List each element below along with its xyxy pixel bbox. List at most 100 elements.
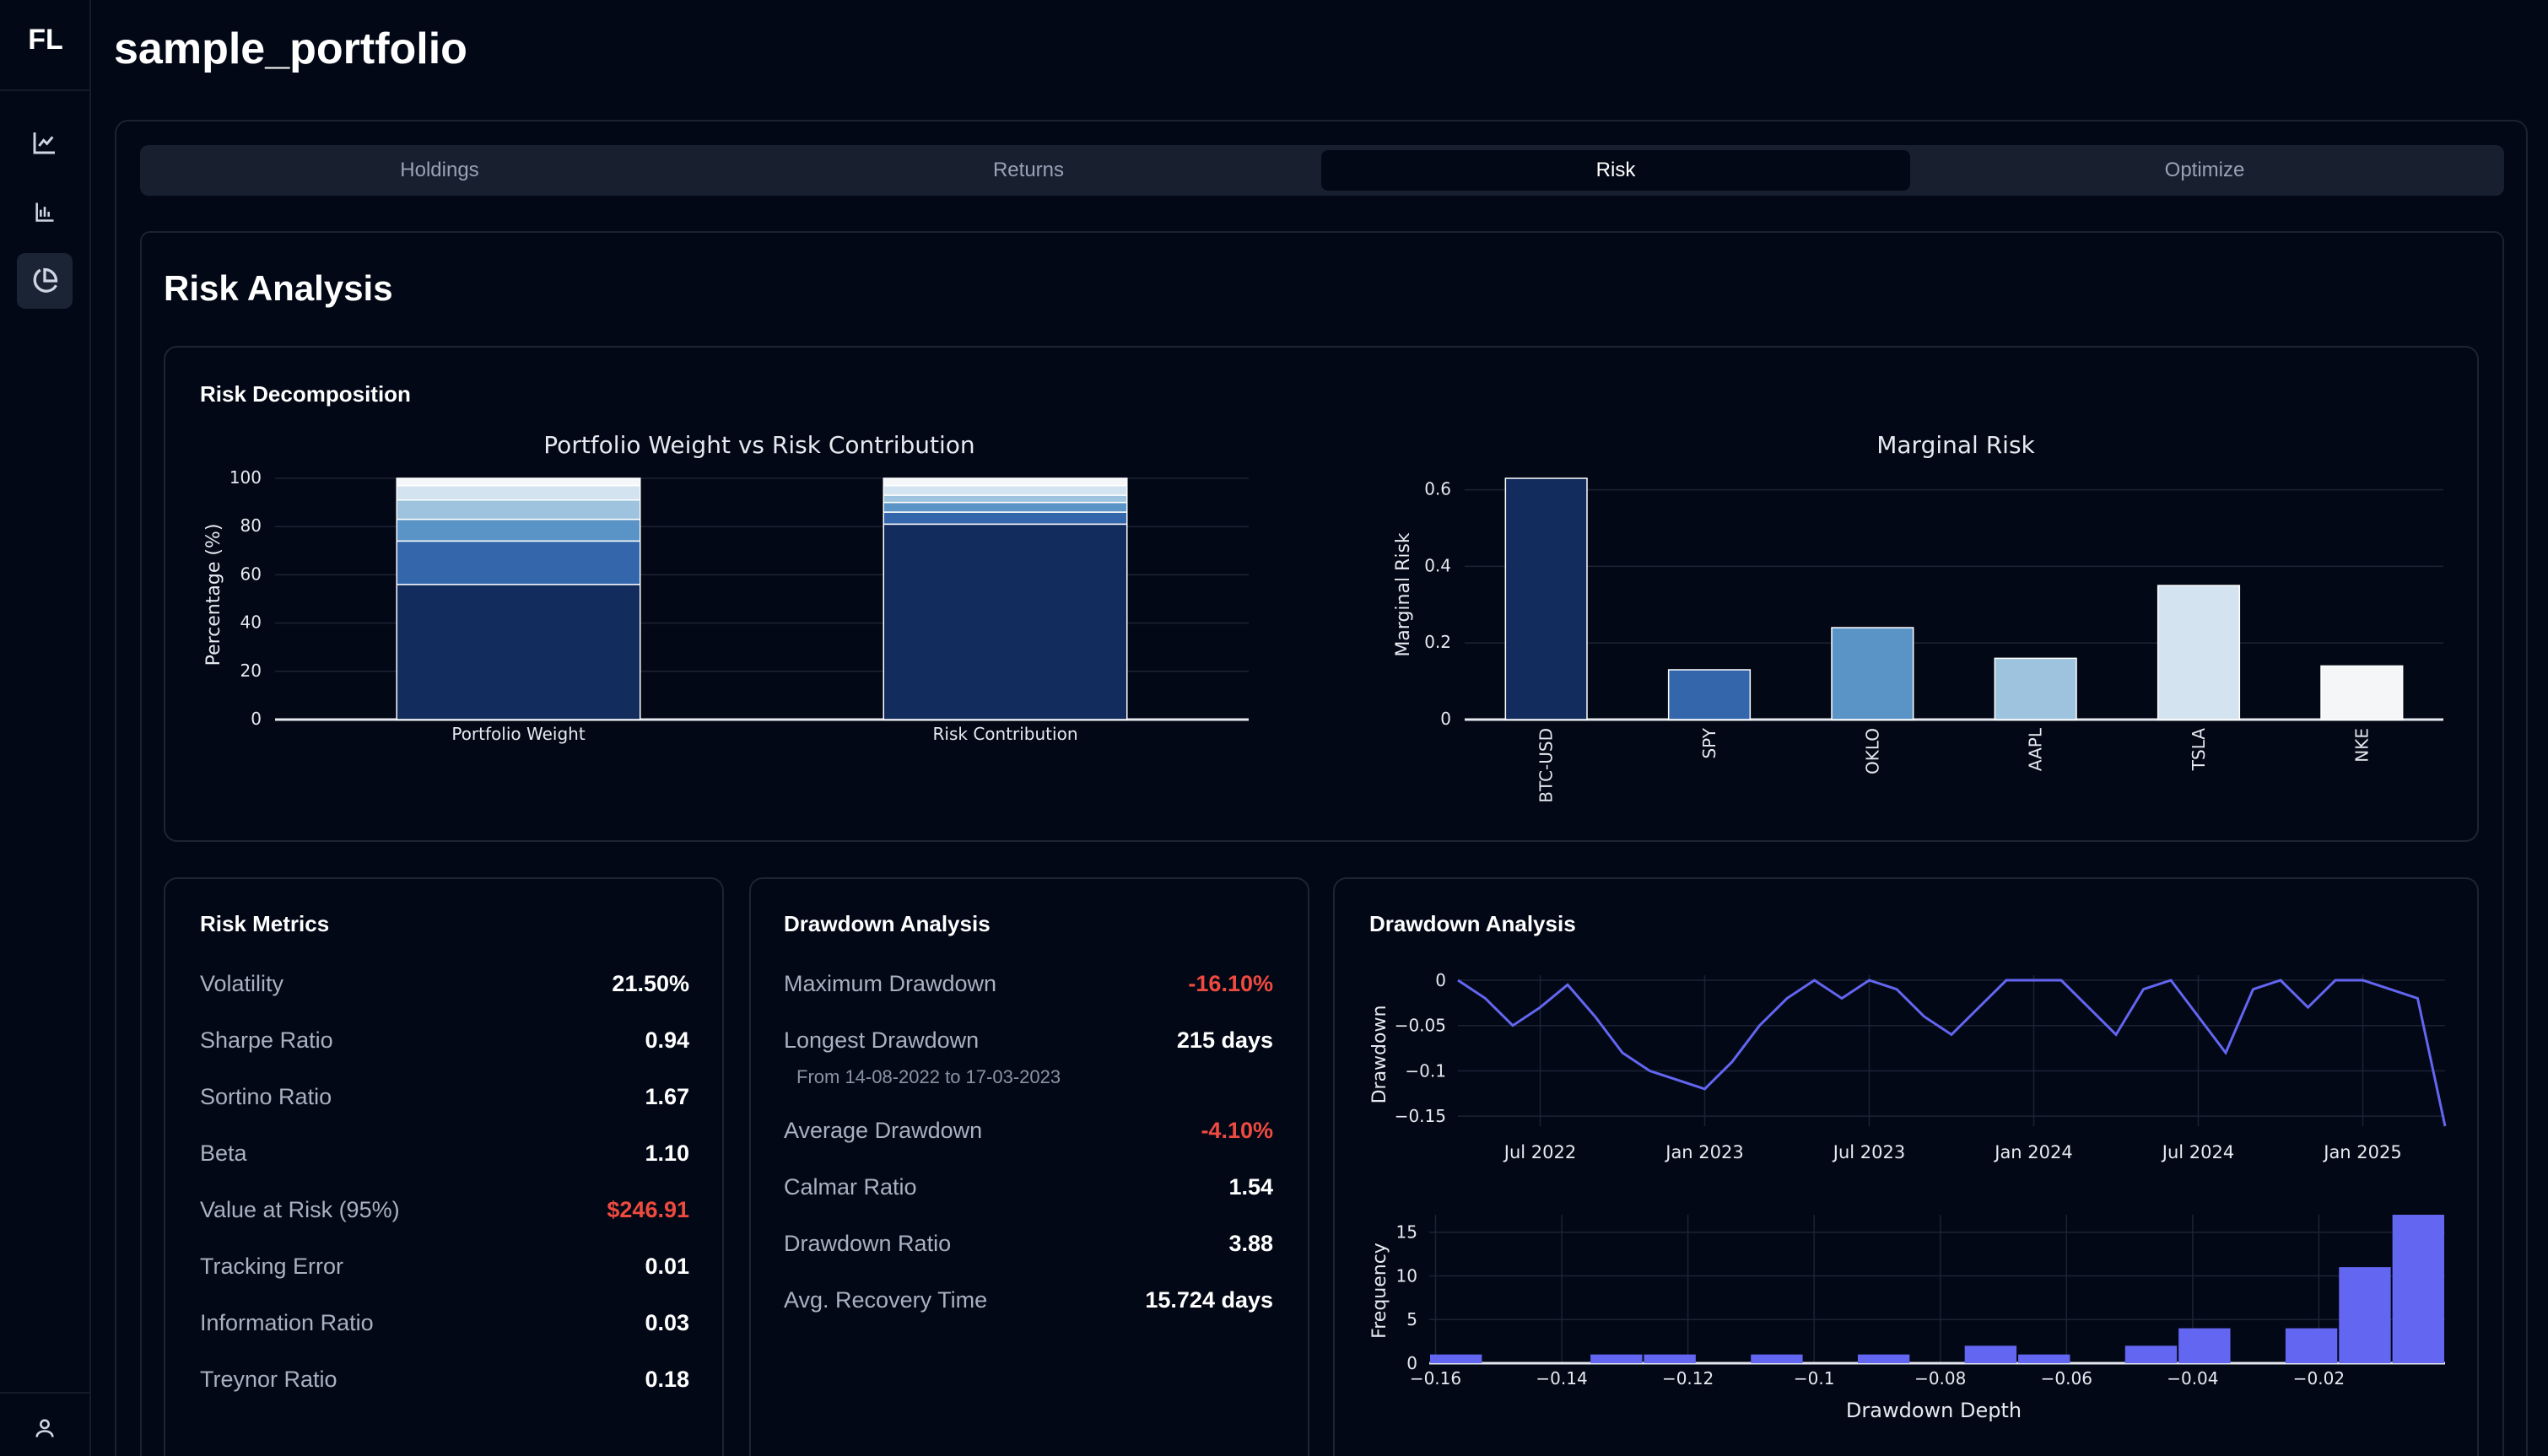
risk-metrics-title: Risk Metrics: [200, 911, 330, 936]
x-tick-label: Jul 2023: [1832, 1142, 1905, 1162]
x-tick-label: −0.08: [1914, 1368, 1966, 1389]
x-tick-label: NKE: [2351, 728, 2372, 763]
risk-metric-label: Sharpe Ratio: [200, 1027, 333, 1053]
drawdown-metric-row: Calmar Ratio 1.54: [784, 1174, 1273, 1200]
drawdown-metric-row: Avg. Recovery Time 15.724 days: [784, 1287, 1273, 1313]
tab-holdings[interactable]: Holdings: [145, 150, 734, 191]
risk-metric-value: 0.94: [645, 1027, 689, 1053]
histogram-bar: [2339, 1267, 2391, 1363]
drawdown-metric-value: 215 days: [1176, 1027, 1273, 1053]
bar-spy: [1667, 669, 1752, 720]
drawdown-metric-value: 15.724 days: [1145, 1287, 1273, 1313]
bar-oklo: [1831, 627, 1914, 720]
drawdown-metric-label: Longest Drawdown: [784, 1027, 980, 1053]
sidebar-item-performance[interactable]: [17, 115, 73, 170]
risk-metric-label: Volatility: [200, 971, 284, 996]
y-tick-label: 20: [240, 661, 262, 681]
risk-decomposition-title: Risk Decomposition: [200, 381, 411, 407]
x-tick-label: AAPL: [2026, 727, 2046, 771]
drawdown-metric-label: Calmar Ratio: [784, 1174, 917, 1200]
y-tick-label: 0.6: [1424, 479, 1451, 499]
x-tick-label: Risk Contribution: [933, 724, 1078, 744]
stack-segment: [883, 523, 1128, 720]
y-tick-label: 10: [1396, 1265, 1417, 1286]
risk-metric-label: Sortino Ratio: [200, 1084, 332, 1109]
x-tick-label: −0.04: [2167, 1368, 2218, 1389]
risk-metric-value: 21.50%: [612, 971, 689, 996]
drawdown-metric-value: -16.10%: [1188, 971, 1273, 996]
bar-aapl: [1994, 657, 2077, 720]
histogram-bar: [1644, 1354, 1696, 1363]
stack-segment: [396, 477, 641, 487]
x-tick-label: −0.06: [2041, 1368, 2092, 1389]
drawdown-analysis-title: Drawdown Analysis: [784, 911, 991, 936]
sidebar-item-risk[interactable]: [17, 253, 73, 309]
stack-segment: [396, 484, 641, 501]
longest-drawdown-note: From 14-08-2022 to 17-03-2023: [796, 1066, 1061, 1087]
sidebar: FL: [0, 0, 91, 1456]
histogram-bar: [1751, 1354, 1803, 1363]
x-tick-label: BTC-USD: [1536, 728, 1557, 803]
tab-optimize[interactable]: Optimize: [1910, 150, 2499, 191]
drawdown-metric-label: Avg. Recovery Time: [784, 1287, 988, 1313]
risk-metric-label: Beta: [200, 1141, 247, 1166]
y-tick-label: 100: [229, 467, 262, 488]
stack-segment: [883, 484, 1128, 496]
bar-btc-usd: [1504, 477, 1588, 720]
tab-bar: Holdings Returns Risk Optimize: [140, 145, 2504, 196]
risk-metric-row: Sharpe Ratio 0.94: [200, 1027, 689, 1054]
histogram-bar: [2285, 1328, 2338, 1363]
section-title: Risk Analysis: [164, 268, 393, 308]
profile-button[interactable]: [17, 1400, 73, 1456]
portfolio-weight-chart: Portfolio Weight vs Risk Contribution Pe…: [203, 431, 1249, 744]
histogram-bar: [1964, 1345, 2017, 1363]
x-tick-label: Jan 2024: [1993, 1142, 2073, 1162]
drawdown-metric-label: Average Drawdown: [784, 1118, 983, 1143]
drawdown-metric-label: Drawdown Ratio: [784, 1231, 952, 1256]
tab-returns[interactable]: Returns: [734, 150, 1323, 191]
risk-metric-row: Tracking Error 0.01: [200, 1254, 689, 1280]
risk-metric-value: 1.67: [645, 1084, 689, 1109]
histogram-bar: [1430, 1354, 1482, 1363]
y-tick-label: 0.4: [1424, 555, 1451, 575]
x-tick-label: Jul 2024: [2161, 1142, 2234, 1162]
stack-segment: [396, 499, 641, 520]
x-tick-label: −0.12: [1662, 1368, 1714, 1389]
histogram-bar: [1590, 1354, 1643, 1363]
x-tick-label: TSLA: [2189, 728, 2209, 772]
x-tick-label: −0.16: [1410, 1368, 1461, 1389]
y-tick-label: 0: [1435, 970, 1446, 990]
histogram-bar: [2018, 1354, 2070, 1363]
stack-segment: [883, 501, 1128, 513]
drawdown-series-line: [1457, 979, 2447, 1127]
page-title: sample_portfolio: [114, 24, 467, 73]
stack-segment: [883, 511, 1128, 526]
risk-metric-value: 0.18: [645, 1367, 689, 1392]
x-tick-label: OKLO: [1862, 728, 1882, 774]
risk-metric-row: Information Ratio 0.03: [200, 1310, 689, 1336]
risk-metric-value: $246.91: [607, 1197, 689, 1222]
x-tick-label: Portfolio Weight: [451, 724, 585, 744]
drawdown-metric-value: 3.88: [1228, 1231, 1273, 1256]
y-axis-label: Percentage (%): [203, 524, 224, 666]
risk-metric-label: Tracking Error: [200, 1254, 344, 1279]
histogram-bar: [2124, 1345, 2178, 1363]
y-tick-label: 60: [240, 564, 262, 584]
x-tick-label: Jan 2023: [1664, 1142, 1744, 1162]
stack-segment: [883, 477, 1128, 487]
stack-segment: [396, 540, 641, 585]
marginal-risk-chart: Marginal Risk Marginal Risk 0 0.2 0.4 0.6 BT…: [1393, 431, 2443, 803]
histogram-bar: [2178, 1328, 2231, 1363]
drawdown-metric-row: Maximum Drawdown -16.10%: [784, 971, 1273, 997]
sidebar-item-analytics[interactable]: [17, 184, 73, 240]
x-axis-label: Drawdown Depth: [1846, 1399, 2022, 1422]
user-icon: [35, 1419, 54, 1437]
x-tick-label: SPY: [1699, 727, 1719, 758]
bar-tsla: [2157, 585, 2241, 720]
stack-segment: [396, 584, 641, 720]
tab-risk[interactable]: Risk: [1321, 150, 1910, 191]
risk-metric-value: 0.01: [645, 1254, 689, 1279]
sidebar-divider: [0, 1392, 91, 1394]
stack-segment: [883, 494, 1128, 504]
sidebar-divider: [0, 89, 91, 91]
